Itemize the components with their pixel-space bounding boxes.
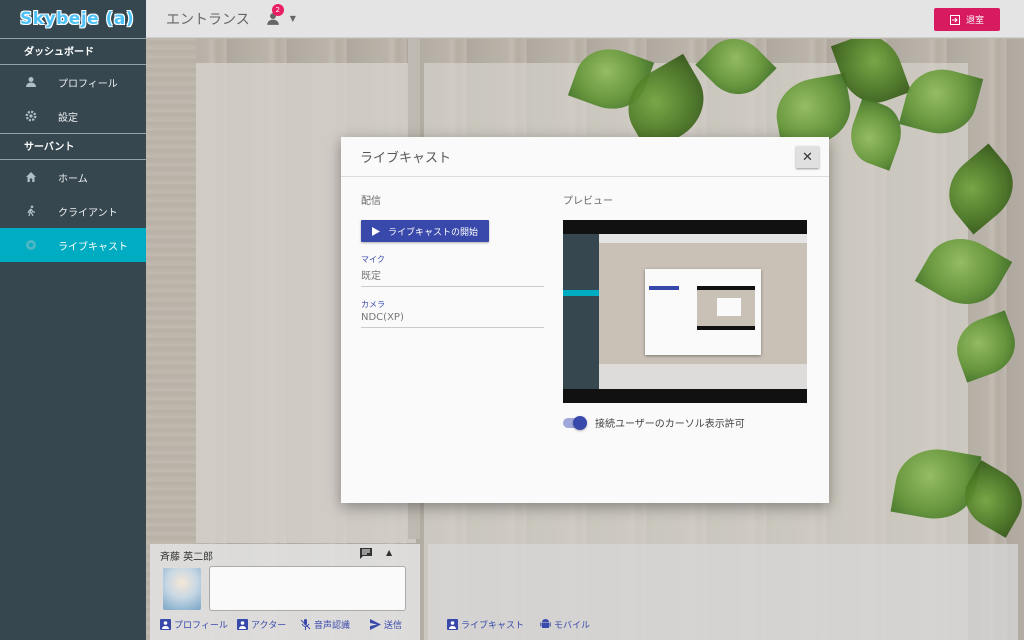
preview-title: プレビュー: [563, 196, 613, 207]
preview-start-button: [649, 286, 679, 290]
sidebar-item-client[interactable]: クライアント: [0, 194, 146, 228]
profile-card-icon: [160, 619, 171, 630]
broadcast-title: 配信: [361, 196, 381, 207]
sidebar-item-label: ライブキャスト: [58, 241, 128, 253]
sidebar-item-label: プロフィール: [58, 78, 118, 90]
broadcast-icon: [24, 238, 38, 252]
start-livecast-button[interactable]: ライブキャストの開始: [361, 220, 489, 242]
livecast-button[interactable]: ライブキャスト: [447, 618, 524, 631]
livecast-modal: ライブキャスト ✕ 配信 ライブキャストの開始 マイク 既定 カメラ NDC(X…: [341, 137, 829, 503]
android-icon: [540, 619, 551, 628]
preview-sidebar: [563, 234, 599, 389]
leave-button[interactable]: 退室: [934, 8, 1000, 31]
send-button-label: 送信: [384, 621, 403, 631]
sidebar-item-settings[interactable]: 設定: [0, 99, 146, 133]
chat-icon[interactable]: [360, 548, 372, 562]
sidebar-item-livecast[interactable]: ライブキャスト: [0, 228, 146, 262]
voice-recognition-label: 音声認識: [314, 621, 351, 631]
app-logo-text: Skybeje (a): [20, 9, 135, 29]
mobile-button[interactable]: モバイル: [540, 618, 590, 631]
play-icon: [371, 226, 380, 236]
user-count-badge: 2: [271, 3, 284, 16]
user-name: 斉藤 英二郎: [160, 552, 214, 563]
top-bar: エントランス 2 ▼ 退室: [146, 0, 1024, 38]
walk-icon: [24, 204, 38, 218]
leave-label: 退室: [965, 16, 984, 26]
actor-button-label: アクター: [251, 621, 287, 631]
close-icon: ✕: [802, 149, 813, 165]
mic-off-icon: [300, 619, 311, 630]
modal-header: ライブキャスト: [341, 137, 829, 177]
actor-button[interactable]: アクター: [237, 618, 286, 631]
exit-icon: [949, 14, 960, 25]
preview-video: [563, 220, 807, 403]
sidebar: Skybeje (a) ダッシュボード プロフィール 設定 サーバント ホーム …: [0, 0, 146, 640]
sidebar-item-profile[interactable]: プロフィール: [0, 65, 146, 99]
close-button[interactable]: ✕: [796, 146, 819, 168]
avatar[interactable]: [163, 568, 201, 610]
camera-select[interactable]: カメラ NDC(XP): [361, 299, 544, 328]
cursor-toggle-row: 接続ユーザーのカーソル表示許可: [563, 415, 807, 430]
message-input[interactable]: [209, 566, 406, 611]
chevron-down-icon[interactable]: ▼: [290, 14, 296, 23]
mic-value: 既定: [361, 271, 381, 282]
sidebar-item-home[interactable]: ホーム: [0, 160, 146, 194]
sidebar-item-label: 設定: [58, 112, 78, 124]
cursor-toggle[interactable]: [563, 415, 587, 430]
sidebar-item-label: ホーム: [58, 173, 88, 185]
user-panel: 斉藤 英二郎 ▲ プロフィール アクター 音声認識 送信: [150, 544, 420, 640]
gear-icon: [24, 109, 38, 123]
room-name: エントランス: [166, 11, 250, 28]
profile-card-icon: [447, 619, 458, 630]
voice-recognition-button[interactable]: 音声認識: [300, 618, 350, 631]
preview-topbar: [599, 234, 807, 243]
preview-nested-modal: [717, 298, 741, 316]
profile-button-label: プロフィール: [174, 621, 228, 631]
sidebar-item-label: クライアント: [58, 207, 118, 219]
preview-active-item: [563, 290, 599, 296]
mic-select[interactable]: マイク 既定: [361, 254, 544, 287]
actor-icon: [237, 619, 248, 630]
send-icon: [370, 619, 381, 630]
person-icon: [24, 75, 38, 89]
profile-button[interactable]: プロフィール: [160, 618, 228, 631]
start-livecast-label: ライブキャストの開始: [387, 227, 478, 238]
modal-title: ライブキャスト: [360, 151, 452, 166]
home-icon: [24, 170, 38, 184]
app-logo[interactable]: Skybeje (a): [0, 0, 146, 38]
mic-label: マイク: [361, 255, 385, 264]
toggle-knob: [573, 415, 587, 430]
preview-column: プレビュー 接続ユーザーのカーソル表示許可: [563, 192, 807, 430]
camera-label: カメラ: [361, 300, 385, 309]
camera-value: NDC(XP): [361, 312, 404, 323]
user-count-button[interactable]: 2: [266, 3, 284, 26]
preview-bottom-panel: [599, 364, 807, 389]
sidebar-section-servant: サーバント: [0, 133, 146, 160]
sidebar-section-dashboard: ダッシュボード: [0, 38, 146, 65]
chevron-up-icon[interactable]: ▲: [386, 548, 392, 557]
cursor-toggle-label: 接続ユーザーのカーソル表示許可: [595, 419, 745, 430]
livecast-button-label: ライブキャスト: [461, 621, 525, 631]
broadcast-column: 配信 ライブキャストの開始 マイク 既定 カメラ NDC(XP): [361, 192, 544, 328]
stream-panel: ライブキャスト モバイル: [428, 544, 1018, 640]
mobile-button-label: モバイル: [554, 621, 591, 631]
preview-screen: [563, 234, 807, 389]
send-button[interactable]: 送信: [370, 618, 402, 631]
